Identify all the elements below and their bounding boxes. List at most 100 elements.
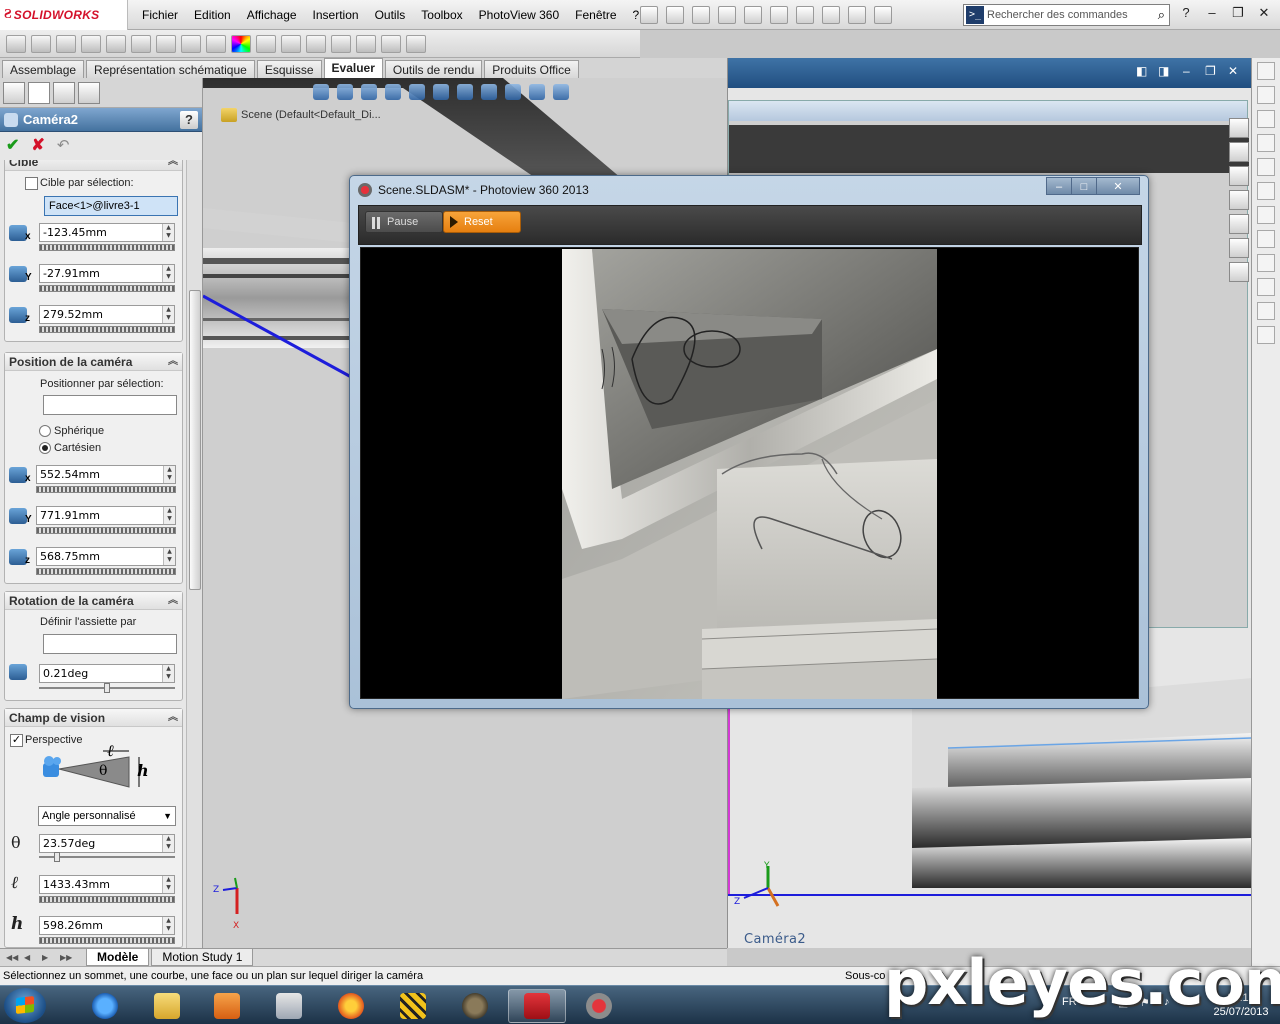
- open-icon[interactable]: [692, 6, 710, 24]
- spin-arrows-icon[interactable]: ▲ ▼: [163, 466, 175, 483]
- tab-esquisse[interactable]: Esquisse: [256, 60, 322, 78]
- new-document-icon[interactable]: [666, 6, 684, 24]
- tab-modele[interactable]: Modèle: [86, 949, 150, 966]
- target-y-input[interactable]: -27.91mm ▲ ▼: [39, 264, 175, 283]
- spin-arrows-icon[interactable]: ▲ ▼: [163, 548, 175, 565]
- menu-fichier[interactable]: Fichier: [134, 8, 186, 22]
- last-tab-icon[interactable]: ▶▶: [60, 953, 72, 962]
- target-selection-box[interactable]: Face<1>@livre3-1: [44, 196, 178, 216]
- roll-selection-box[interactable]: [43, 634, 177, 654]
- render-tools-icon[interactable]: [553, 84, 569, 100]
- spin-arrows-icon[interactable]: ▲ ▼: [163, 507, 175, 524]
- l-input[interactable]: 1433.43mm ▲ ▼: [39, 875, 175, 894]
- spin-arrows-icon[interactable]: ▲ ▼: [162, 265, 174, 282]
- fov-group-header[interactable]: Champ de vision ︽: [5, 709, 182, 727]
- menu-fenetre[interactable]: Fenêtre: [567, 8, 624, 22]
- spin-arrows-icon[interactable]: ▲ ▼: [162, 306, 174, 323]
- line-icon[interactable]: [1257, 302, 1275, 320]
- roll-angle-input[interactable]: 0.21deg ▲ ▼: [39, 664, 175, 683]
- tab-representation-schematique[interactable]: Représentation schématique: [86, 60, 255, 78]
- print-icon[interactable]: [744, 6, 762, 24]
- close-icon[interactable]: ✕: [1254, 4, 1274, 22]
- h-input[interactable]: 598.26mm ▲ ▼: [39, 916, 175, 935]
- costing-icon[interactable]: [356, 34, 376, 53]
- position-selection-box[interactable]: [43, 395, 177, 415]
- smart-dimension-icon[interactable]: [6, 34, 26, 53]
- assembly-visualization-icon[interactable]: [206, 34, 226, 53]
- zebra-icon[interactable]: [256, 34, 276, 53]
- select-icon[interactable]: [796, 6, 814, 24]
- simulation-icon[interactable]: [331, 34, 351, 53]
- collapse-icon[interactable]: ︽: [168, 709, 178, 727]
- spline-icon[interactable]: [1257, 326, 1275, 344]
- target-group-header[interactable]: Cible ︽: [5, 160, 182, 171]
- position-z-input[interactable]: 568.75mm ▲ ▼: [36, 547, 176, 566]
- mass-properties-icon[interactable]: [56, 34, 76, 53]
- design-library-icon[interactable]: [1229, 142, 1249, 162]
- taskbar-firefox[interactable]: [322, 989, 380, 1023]
- theta-slider-handle[interactable]: [53, 852, 60, 862]
- maximize-icon[interactable]: □: [1071, 177, 1097, 195]
- feature-manager-tab-icon[interactable]: [3, 81, 25, 104]
- spin-arrows-icon[interactable]: ▲ ▼: [162, 917, 174, 934]
- feature-tree-flyout[interactable]: Scene (Default<Default_Di...: [221, 108, 381, 122]
- menu-photoview[interactable]: PhotoView 360: [471, 8, 568, 22]
- fov-mode-select[interactable]: Angle personnalisé ▼: [38, 806, 176, 826]
- taskbar-gimp[interactable]: [446, 989, 504, 1023]
- cancel-x-icon[interactable]: ✘: [31, 135, 44, 155]
- h-thumbwheel[interactable]: [39, 937, 175, 944]
- roll-slider-handle[interactable]: [104, 683, 110, 693]
- taskbar-calculator[interactable]: [260, 989, 318, 1023]
- close-icon[interactable]: ✕: [1096, 177, 1140, 195]
- menu-edition[interactable]: Edition: [186, 8, 239, 22]
- tab-outils-de-rendu[interactable]: Outils de rendu: [384, 60, 483, 78]
- pm-scroll-thumb[interactable]: [189, 290, 201, 590]
- check-icon[interactable]: [306, 34, 326, 53]
- edit-appearance-icon[interactable]: [481, 84, 497, 100]
- save-icon[interactable]: [718, 6, 736, 24]
- folder-icon[interactable]: [1229, 190, 1249, 210]
- vertical-dimension-icon[interactable]: [1257, 110, 1275, 128]
- relation-icon[interactable]: [1257, 158, 1275, 176]
- help-button[interactable]: ?: [180, 110, 198, 129]
- view-settings-icon[interactable]: [529, 84, 545, 100]
- menu-affichage[interactable]: Affichage: [239, 8, 305, 22]
- position-x-thumbwheel[interactable]: [36, 486, 176, 493]
- section-view-icon[interactable]: [385, 84, 401, 100]
- extend-icon[interactable]: [1257, 230, 1275, 248]
- solidworks-logo[interactable]: Ƨ SOLIDWORKS: [0, 0, 128, 30]
- resources-icon[interactable]: [1229, 118, 1249, 138]
- theta-input[interactable]: 23.57deg ▲ ▼: [39, 834, 175, 853]
- hole-alignment-icon[interactable]: [181, 34, 201, 53]
- position-y-input[interactable]: 771.91mm ▲ ▼: [36, 506, 176, 525]
- ordinate-icon[interactable]: [1257, 134, 1275, 152]
- ok-check-icon[interactable]: ✔: [6, 135, 19, 155]
- command-search[interactable]: >_ Rechercher des commandes ⌕: [963, 4, 1170, 26]
- tab-assemblage[interactable]: Assemblage: [2, 60, 85, 78]
- first-tab-icon[interactable]: ◀◀: [6, 953, 18, 962]
- file-explorer-icon[interactable]: [1229, 166, 1249, 186]
- sketch-tool-icon[interactable]: [1257, 62, 1275, 80]
- undo-icon[interactable]: [770, 6, 788, 24]
- render-canvas[interactable]: [360, 247, 1139, 699]
- search-icon[interactable]: ⌕: [1158, 7, 1169, 23]
- collapse-icon[interactable]: ︽: [168, 353, 178, 371]
- cartesian-radio[interactable]: [39, 442, 51, 454]
- convert-icon[interactable]: [1257, 278, 1275, 296]
- position-group-header[interactable]: Position de la caméra ︽: [5, 353, 182, 371]
- previous-view-icon[interactable]: [361, 84, 377, 100]
- position-y-thumbwheel[interactable]: [36, 527, 176, 534]
- sensor-icon[interactable]: [106, 34, 126, 53]
- target-y-thumbwheel[interactable]: [39, 285, 175, 292]
- spin-arrows-icon[interactable]: ▲ ▼: [162, 224, 174, 241]
- display-style-icon[interactable]: [433, 84, 449, 100]
- restore-icon[interactable]: ❐: [1228, 4, 1248, 22]
- taskbar-explorer[interactable]: [138, 989, 196, 1023]
- tab-motion-study-1[interactable]: Motion Study 1: [151, 949, 254, 966]
- taskbar-solidworks[interactable]: [508, 989, 566, 1023]
- view-palette-icon[interactable]: [1229, 214, 1249, 234]
- pm-scrollbar[interactable]: [186, 160, 202, 948]
- measure-icon[interactable]: [31, 34, 51, 53]
- apply-scene-icon[interactable]: [505, 84, 521, 100]
- pause-button[interactable]: Pause: [365, 211, 443, 233]
